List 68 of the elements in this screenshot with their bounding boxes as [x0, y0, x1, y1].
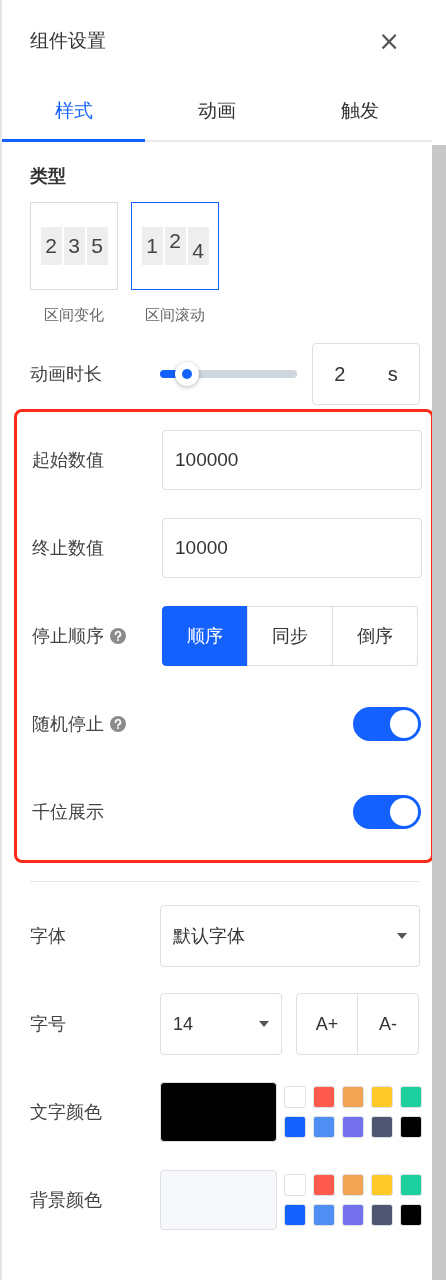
select-value: 14	[173, 1013, 194, 1035]
size-select[interactable]: 14	[160, 993, 282, 1055]
size-button[interactable]: A-	[357, 993, 419, 1055]
type-option[interactable]: 2 3 5	[30, 202, 118, 290]
caret-icon	[397, 933, 407, 939]
field-label: 千位展示	[32, 800, 104, 824]
segment-option[interactable]: 同步	[247, 606, 333, 666]
section-label: 类型	[30, 164, 67, 188]
palette-swatch[interactable]	[313, 1116, 335, 1138]
field-label: 起始数值	[32, 448, 104, 472]
type-option[interactable]: 1 2 4	[131, 202, 219, 290]
field-label: 文字颜色	[30, 1100, 102, 1124]
palette-swatch[interactable]	[400, 1204, 422, 1226]
tab[interactable]: 触发	[288, 82, 432, 142]
field-label: 动画时长	[30, 362, 102, 386]
palette-swatch[interactable]	[371, 1204, 393, 1226]
digit-tile: 2	[40, 227, 62, 265]
field-label: 字号	[30, 1012, 66, 1036]
field-value: 2	[334, 362, 346, 386]
input-field[interactable]: 100000	[162, 430, 422, 490]
toggle-switch[interactable]	[353, 795, 421, 829]
palette-swatch[interactable]	[371, 1116, 393, 1138]
unit-label: s	[387, 362, 398, 386]
digit-tile: 5	[86, 227, 108, 265]
palette-swatch[interactable]	[313, 1204, 335, 1226]
palette-swatch[interactable]	[284, 1086, 306, 1108]
panel-title: 组件设置	[30, 28, 106, 53]
palette-swatch[interactable]	[284, 1204, 306, 1226]
segment-option[interactable]: 顺序	[162, 606, 248, 666]
digit-tile: 3	[63, 227, 85, 265]
slider-thumb[interactable]	[175, 362, 200, 386]
option-label: 区间滚动	[145, 306, 205, 325]
color-swatch[interactable]	[160, 1170, 277, 1230]
toggle-switch[interactable]	[353, 707, 421, 741]
digit-tile: 1	[141, 227, 163, 265]
palette-swatch[interactable]	[313, 1086, 335, 1108]
palette-swatch[interactable]	[400, 1086, 422, 1108]
palette-swatch[interactable]	[400, 1116, 422, 1138]
tab[interactable]: 动画	[145, 82, 289, 142]
scrollbar[interactable]	[432, 145, 446, 1280]
palette-swatch[interactable]	[342, 1086, 364, 1108]
palette-swatch[interactable]	[342, 1116, 364, 1138]
number-field[interactable]: 2 s	[312, 343, 420, 405]
field-label: 停止顺序	[32, 624, 104, 648]
field-label: 随机停止	[32, 712, 104, 736]
palette-swatch[interactable]	[313, 1174, 335, 1196]
digit-tile: 4	[187, 227, 209, 265]
font-select[interactable]: 默认字体	[160, 905, 420, 967]
field-label: 背景颜色	[30, 1188, 102, 1212]
close-button[interactable]: ×	[374, 26, 404, 56]
palette-swatch[interactable]	[284, 1116, 306, 1138]
tab[interactable]: 样式	[2, 82, 146, 142]
caret-icon	[259, 1021, 269, 1027]
palette-swatch[interactable]	[342, 1174, 364, 1196]
size-button[interactable]: A+	[296, 993, 358, 1055]
option-label: 区间变化	[44, 306, 104, 325]
field-label: 终止数值	[32, 536, 104, 560]
input-field[interactable]: 10000	[162, 518, 422, 578]
palette-swatch[interactable]	[342, 1204, 364, 1226]
palette-swatch[interactable]	[284, 1174, 306, 1196]
segment-option[interactable]: 倒序	[332, 606, 418, 666]
color-swatch[interactable]	[160, 1082, 277, 1142]
palette-swatch[interactable]	[371, 1086, 393, 1108]
field-label: 字体	[30, 924, 66, 948]
palette-swatch[interactable]	[400, 1174, 422, 1196]
digit-tile: 2	[164, 227, 186, 265]
select-value: 默认字体	[173, 924, 245, 948]
palette-swatch[interactable]	[371, 1174, 393, 1196]
